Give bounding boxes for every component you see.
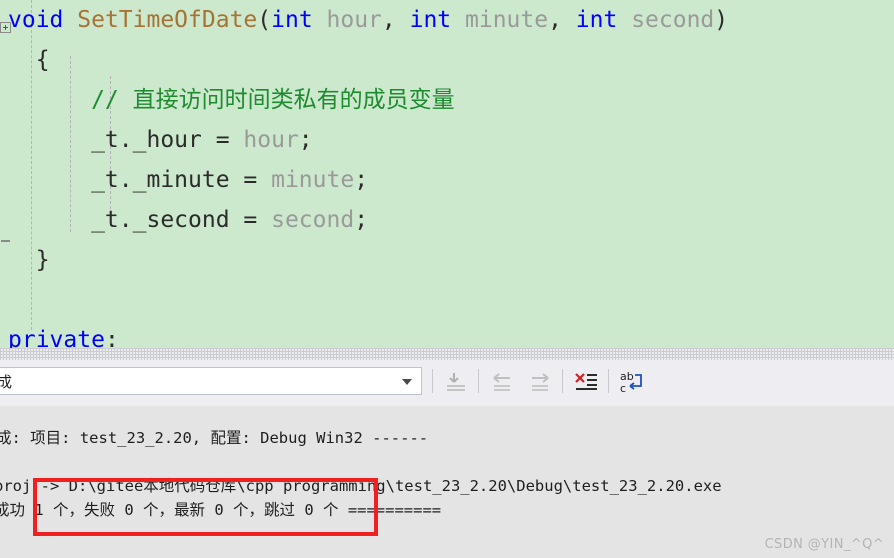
svg-text:c: c: [620, 382, 626, 395]
code-line-assign-hour[interactable]: _t._hour = hour;: [0, 120, 894, 160]
go-to-message-button[interactable]: [440, 366, 472, 398]
visual-studio-screenshot: void SetTimeOfDate(int hour, int minute,…: [0, 0, 894, 558]
output-toolbar: 成 ab c: [0, 360, 894, 407]
chevron-down-icon[interactable]: [402, 379, 412, 385]
code-line-access-specifier[interactable]: private:: [0, 320, 894, 348]
output-source-value: 成: [0, 373, 13, 391]
code-line-blank[interactable]: [0, 280, 894, 320]
toolbar-separator: [562, 369, 563, 393]
code-token: ;: [298, 127, 313, 153]
code-token: _t._minute =: [8, 167, 272, 193]
code-line-close-brace[interactable]: }: [0, 240, 894, 280]
code-token: second: [271, 207, 355, 233]
pane-splitter[interactable]: [0, 348, 894, 360]
clear-all-button[interactable]: [570, 366, 602, 398]
output-line: proj -> D:\gitee本地代码仓库\cpp programming\t…: [0, 477, 722, 495]
toggle-word-wrap-button[interactable]: ab c: [616, 366, 648, 398]
next-message-button[interactable]: [524, 366, 556, 398]
code-token: SetTimeOfDate: [77, 7, 258, 33]
code-editor-pane[interactable]: void SetTimeOfDate(int hour, int minute,…: [0, 0, 894, 348]
output-text-area[interactable]: 成: 项目: test_23_2.20, 配置: Debug Win32 ---…: [0, 406, 894, 558]
code-token: }: [8, 247, 50, 273]
code-token: minute: [271, 167, 355, 193]
previous-message-button[interactable]: [486, 366, 518, 398]
code-line-open-brace[interactable]: {: [0, 40, 894, 80]
output-line: 成: 项目: test_23_2.20, 配置: Debug Win32 ---…: [0, 429, 429, 447]
code-token: int: [575, 7, 632, 33]
code-line-assign-second[interactable]: _t._second = second;: [0, 200, 894, 240]
csdn-watermark: CSDN @YIN_^Q^: [764, 537, 884, 552]
code-token: ;: [354, 207, 369, 233]
code-token: minute: [465, 7, 549, 33]
code-token: _t._second =: [8, 207, 272, 233]
code-token: ,: [381, 7, 410, 33]
code-token: second: [631, 7, 715, 33]
code-token: // 直接访问时间类私有的成员变量: [8, 87, 455, 113]
code-token: int: [409, 7, 465, 33]
code-token: hour: [243, 127, 299, 153]
code-line-comment[interactable]: // 直接访问时间类私有的成员变量: [0, 80, 894, 120]
toolbar-separator: [608, 369, 609, 393]
code-token: (: [257, 7, 272, 33]
toolbar-separator: [432, 369, 433, 393]
code-token: {: [8, 47, 50, 73]
code-token: private: [8, 327, 105, 348]
code-token: :: [104, 327, 119, 348]
code-lines[interactable]: void SetTimeOfDate(int hour, int minute,…: [0, 0, 894, 348]
output-line: 成功 1 个，失败 0 个，最新 0 个，跳过 0 个 ==========: [0, 501, 442, 519]
code-token: ): [714, 7, 729, 33]
output-source-combobox[interactable]: 成: [0, 367, 422, 395]
code-token: hour: [326, 7, 382, 33]
toolbar-separator: [478, 369, 479, 393]
code-token: ,: [548, 7, 576, 33]
code-token: int: [271, 7, 327, 33]
code-line-signature[interactable]: void SetTimeOfDate(int hour, int minute,…: [0, 0, 894, 40]
code-token: _t._hour =: [8, 127, 244, 153]
code-line-assign-minute[interactable]: _t._minute = minute;: [0, 160, 894, 200]
code-token: ;: [354, 167, 369, 193]
code-token: void: [8, 7, 78, 33]
